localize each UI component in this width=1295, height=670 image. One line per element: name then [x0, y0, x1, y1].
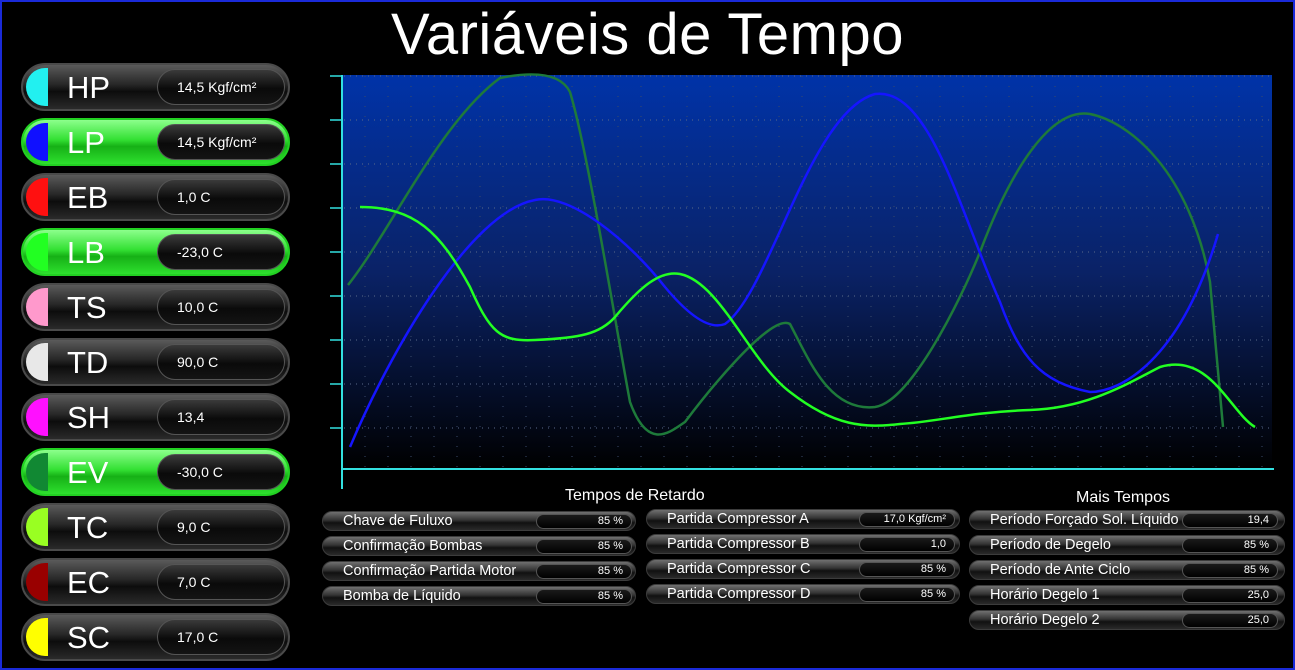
- chart-y-ticks: [330, 75, 342, 429]
- param-label: Partida Compressor A: [667, 511, 809, 527]
- param-row[interactable]: Período Forçado Sol. Líquido 19,4: [969, 510, 1285, 530]
- param-value-field[interactable]: 1,0: [859, 537, 955, 552]
- sensor-row-lb[interactable]: LB -23,0 C: [21, 228, 290, 276]
- sensor-row-tc[interactable]: TC 9,0 C: [21, 503, 290, 551]
- sensor-value: 9,0 C: [157, 509, 285, 545]
- param-row[interactable]: Período de Ante Ciclo 85 %: [969, 560, 1285, 580]
- param-value-field[interactable]: 25,0: [1182, 588, 1278, 603]
- param-row[interactable]: Confirmação Bombas 85 %: [322, 536, 636, 556]
- sensor-label: TS: [67, 290, 107, 325]
- sensor-row-td[interactable]: TD 90,0 C: [21, 338, 290, 386]
- sensor-value: 1,0 C: [157, 179, 285, 215]
- param-label: Chave de Fuluxo: [343, 513, 453, 529]
- param-label: Confirmação Bombas: [343, 538, 483, 554]
- sensor-color-indicator: [26, 178, 48, 216]
- param-label: Confirmação Partida Motor: [343, 563, 517, 579]
- sensor-value: 7,0 C: [157, 564, 285, 600]
- param-label: Período de Ante Ciclo: [990, 562, 1131, 578]
- param-row[interactable]: Partida Compressor C 85 %: [646, 559, 960, 579]
- sensor-row-sh[interactable]: SH 13,4: [21, 393, 290, 441]
- param-label: Período Forçado Sol. Líquido: [990, 512, 1179, 528]
- param-value-field[interactable]: 85 %: [536, 589, 632, 604]
- sensor-color-indicator: [26, 288, 48, 326]
- retardo-title: Tempos de Retardo: [565, 487, 705, 504]
- sensor-label: LB: [67, 235, 105, 270]
- sensor-color-indicator: [26, 123, 48, 161]
- param-label: Partida Compressor D: [667, 586, 811, 602]
- param-label: Partida Compressor B: [667, 536, 810, 552]
- sensor-label: TC: [67, 510, 109, 545]
- param-row[interactable]: Horário Degelo 2 25,0: [969, 610, 1285, 630]
- param-row[interactable]: Chave de Fuluxo 85 %: [322, 511, 636, 531]
- param-value-field[interactable]: 85 %: [1182, 563, 1278, 578]
- param-value-field[interactable]: 17,0 Kgf/cm²: [859, 512, 955, 527]
- param-row[interactable]: Confirmação Partida Motor 85 %: [322, 561, 636, 581]
- param-value-field[interactable]: 85 %: [859, 587, 955, 602]
- sensor-color-indicator: [26, 343, 48, 381]
- sensor-label: TD: [67, 345, 109, 380]
- sensor-value: 17,0 C: [157, 619, 285, 655]
- sensor-color-indicator: [26, 68, 48, 106]
- param-row[interactable]: Partida Compressor B 1,0: [646, 534, 960, 554]
- sensor-value: 14,5 Kgf/cm²: [157, 124, 285, 160]
- sensor-label: EC: [67, 565, 111, 600]
- sensor-value: 90,0 C: [157, 344, 285, 380]
- param-label: Horário Degelo 1: [990, 587, 1100, 603]
- param-row[interactable]: Bomba de Líquido 85 %: [322, 586, 636, 606]
- sensor-color-indicator: [26, 508, 48, 546]
- sensor-label: EB: [67, 180, 109, 215]
- param-value-field[interactable]: 85 %: [536, 564, 632, 579]
- param-label: Bomba de Líquido: [343, 588, 461, 604]
- page-title: Variáveis de Tempo: [390, 2, 905, 67]
- param-value-field[interactable]: 85 %: [1182, 538, 1278, 553]
- sensor-value: 10,0 C: [157, 289, 285, 325]
- param-row[interactable]: Período de Degelo 85 %: [969, 535, 1285, 555]
- param-row[interactable]: Partida Compressor D 85 %: [646, 584, 960, 604]
- sensor-row-sc[interactable]: SC 17,0 C: [21, 613, 290, 661]
- sensor-label: LP: [67, 125, 105, 160]
- mais-tempos-title: Mais Tempos: [1076, 489, 1170, 506]
- param-label: Partida Compressor C: [667, 561, 811, 577]
- sensor-label: SC: [67, 620, 111, 655]
- sensor-row-eb[interactable]: EB 1,0 C: [21, 173, 290, 221]
- sensor-row-ev[interactable]: EV -30,0 C: [21, 448, 290, 496]
- sensor-color-indicator: [26, 453, 48, 491]
- sensor-value: 13,4: [157, 399, 285, 435]
- param-label: Horário Degelo 2: [990, 612, 1100, 628]
- sensor-color-indicator: [26, 398, 48, 436]
- sensor-color-indicator: [26, 563, 48, 601]
- param-value-field[interactable]: 19,4: [1182, 513, 1278, 528]
- param-row[interactable]: Horário Degelo 1 25,0: [969, 585, 1285, 605]
- param-value-field[interactable]: 25,0: [1182, 613, 1278, 628]
- sensor-value: -23,0 C: [157, 234, 285, 270]
- sensor-color-indicator: [26, 618, 48, 656]
- sensor-value: 14,5 Kgf/cm²: [157, 69, 285, 105]
- param-value-field[interactable]: 85 %: [859, 562, 955, 577]
- param-row[interactable]: Partida Compressor A 17,0 Kgf/cm²: [646, 509, 960, 529]
- sensor-row-hp[interactable]: HP 14,5 Kgf/cm²: [21, 63, 290, 111]
- sensor-label: HP: [67, 70, 111, 105]
- param-value-field[interactable]: 85 %: [536, 514, 632, 529]
- sensor-row-lp[interactable]: LP 14,5 Kgf/cm²: [21, 118, 290, 166]
- sensor-row-ts[interactable]: TS 10,0 C: [21, 283, 290, 331]
- param-value-field[interactable]: 85 %: [536, 539, 632, 554]
- sensor-value: -30,0 C: [157, 454, 285, 490]
- param-label: Período de Degelo: [990, 537, 1111, 553]
- sensor-color-indicator: [26, 233, 48, 271]
- sensor-row-ec[interactable]: EC 7,0 C: [21, 558, 290, 606]
- sensor-label: SH: [67, 400, 111, 435]
- trend-chart: [330, 73, 1274, 489]
- sensor-label: EV: [67, 455, 109, 490]
